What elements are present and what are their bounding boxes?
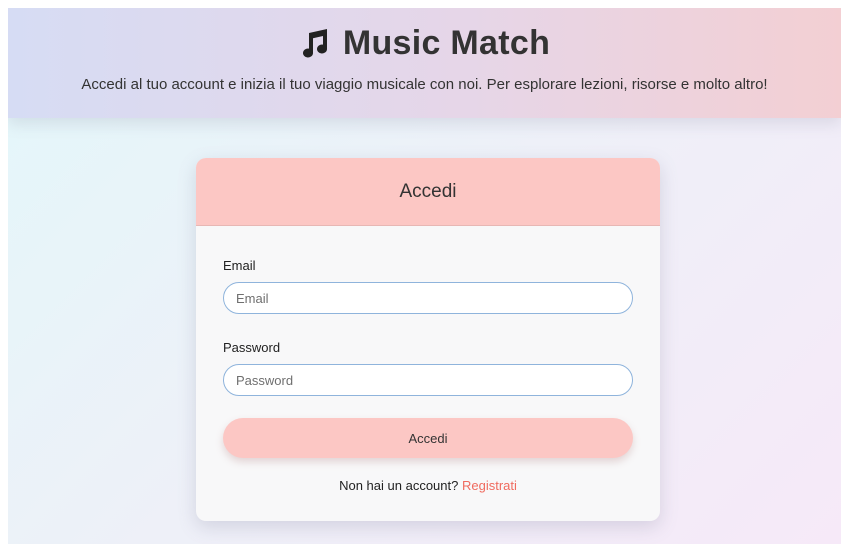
password-field[interactable] [223,364,633,396]
email-field[interactable] [223,282,633,314]
music-note-icon [302,29,327,58]
login-card-title: Accedi [399,180,457,202]
signup-prompt: Non hai un account? [339,478,459,493]
signup-link[interactable]: Registrati [462,478,517,493]
header-subtitle: Accedi al tuo account e inizia il tuo vi… [81,76,768,93]
page-header: Music Match Accedi al tuo account e iniz… [8,8,841,118]
email-label: Email [223,258,256,273]
password-label: Password [223,340,281,355]
login-card-header: Accedi [196,158,660,226]
login-button[interactable]: Accedi [223,418,633,458]
title-row: Music Match [8,22,841,64]
page-background: Music Match Accedi al tuo account e iniz… [8,8,841,544]
app-title: Music Match [342,23,551,62]
signup-row: Non hai un account? Registrati [196,478,660,493]
login-card: Accedi Email Password Accedi Non hai un … [196,158,660,521]
